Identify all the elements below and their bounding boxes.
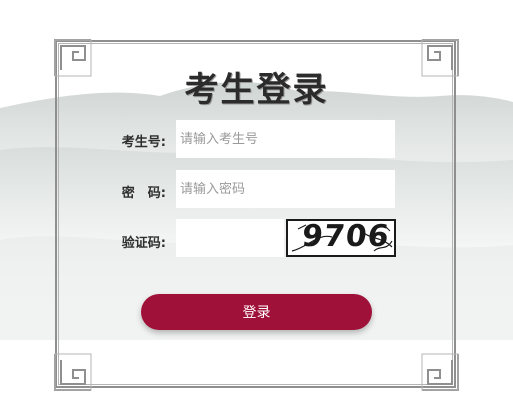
- password-label: 密 码:: [121, 186, 166, 201]
- page-title: 考生登录: [184, 70, 329, 110]
- student-id-label: 考生号:: [121, 135, 166, 150]
- captcha-label: 验证码:: [121, 236, 166, 251]
- login-button[interactable]: 登录: [141, 294, 372, 330]
- captcha-image[interactable]: 9706: [286, 219, 396, 257]
- captcha-input[interactable]: [176, 219, 284, 257]
- captcha-code: 9706: [300, 219, 392, 254]
- password-input[interactable]: [176, 170, 395, 208]
- fret-corner-ornament-icon: [53, 352, 93, 392]
- student-id-input[interactable]: [176, 120, 395, 158]
- fret-corner-ornament-icon: [420, 352, 460, 392]
